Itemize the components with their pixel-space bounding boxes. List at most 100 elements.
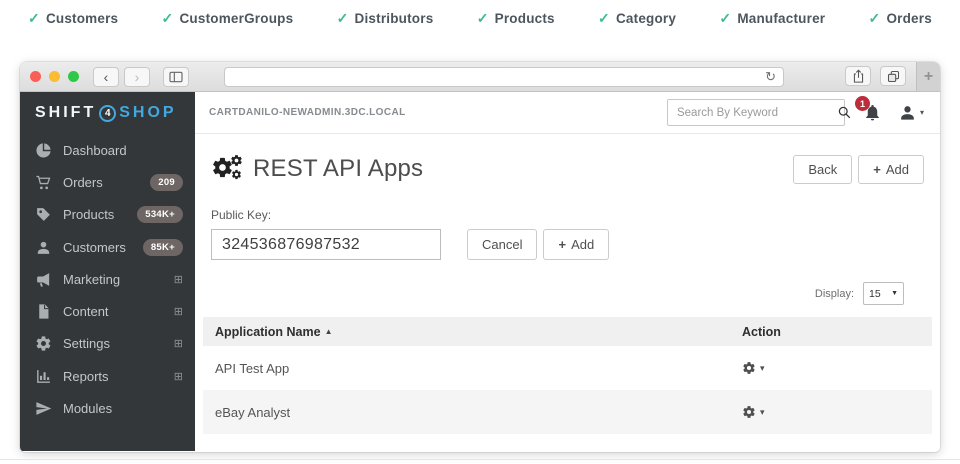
- row-action-menu[interactable]: ▾: [742, 405, 920, 419]
- expand-icon[interactable]: ⊞: [174, 305, 183, 318]
- cancel-button[interactable]: Cancel: [467, 229, 537, 260]
- sync-item-label: Customers: [46, 11, 118, 26]
- caret-down-icon: ▾: [760, 407, 765, 418]
- user-menu-button[interactable]: ▾: [898, 103, 924, 122]
- products-count-badge: 534K+: [137, 206, 183, 223]
- store-domain-breadcrumb: CARTDANILO-NEWADMIN.3DC.LOCAL: [209, 107, 406, 118]
- add-button[interactable]: +Add: [858, 155, 924, 184]
- expand-icon[interactable]: ⊞: [174, 370, 183, 383]
- table-row: eBay Analyst ▾: [203, 390, 932, 434]
- sync-item-label: Manufacturer: [737, 11, 825, 26]
- row-action-menu[interactable]: ▾: [742, 361, 920, 375]
- sync-item-manufacturer: ✓ Manufacturer: [719, 10, 825, 27]
- sidebar-item-label: Reports: [63, 369, 109, 384]
- keyword-search-box[interactable]: [667, 99, 845, 126]
- zoom-window-button[interactable]: [68, 71, 79, 82]
- address-bar[interactable]: ↻: [224, 67, 784, 87]
- page-bottom-divider: [0, 459, 960, 460]
- sidebar-item-label: Modules: [63, 401, 112, 416]
- check-icon: ✓: [28, 10, 40, 27]
- admin-sidebar: SHIFT 4 SHOP Dashboard Orders 209 Produc…: [20, 92, 195, 451]
- address-input[interactable]: [225, 69, 765, 85]
- browser-back-button[interactable]: ‹: [93, 67, 119, 87]
- sync-item-orders: ✓Orders: [869, 10, 932, 27]
- public-key-input[interactable]: [211, 229, 441, 260]
- sidebar-item-settings[interactable]: Settings ⊞: [20, 328, 195, 360]
- select-caret-icon: ▼: [891, 290, 898, 297]
- expand-icon[interactable]: ⊞: [174, 337, 183, 350]
- forward-chevron-icon: ›: [135, 70, 140, 84]
- sidebar-panel-icon: [168, 69, 184, 85]
- browser-forward-button[interactable]: ›: [124, 67, 150, 87]
- notifications-button[interactable]: 1: [863, 103, 882, 122]
- rocket-icon: [35, 400, 52, 417]
- sidebar-item-dashboard[interactable]: Dashboard: [20, 134, 195, 166]
- logo-circle-4: 4: [99, 105, 116, 122]
- refresh-icon[interactable]: ↻: [765, 69, 783, 85]
- close-window-button[interactable]: [30, 71, 41, 82]
- display-count-row: Display: 15 ▼: [195, 260, 940, 305]
- plus-icon: +: [558, 237, 566, 252]
- admin-topbar: CARTDANILO-NEWADMIN.3DC.LOCAL 1 ▾: [195, 92, 940, 134]
- tab-overview-button[interactable]: [880, 66, 906, 86]
- column-header-application-name[interactable]: Application Name ▲: [215, 325, 742, 339]
- caret-down-icon: ▾: [760, 363, 765, 374]
- back-button[interactable]: Back: [793, 155, 852, 184]
- sidebar-item-reports[interactable]: Reports ⊞: [20, 360, 195, 392]
- orders-count-badge: 209: [150, 174, 183, 191]
- display-selected-value: 15: [869, 288, 881, 300]
- sidebar-item-orders[interactable]: Orders 209: [20, 166, 195, 198]
- logo-text-shift: SHIFT: [35, 104, 96, 122]
- sync-item-customers: ✓ Customers: [28, 10, 118, 27]
- app-name-cell: eBay Analyst: [215, 405, 742, 420]
- sidebar-item-label: Settings: [63, 336, 110, 351]
- sync-item-category: ✓ Category: [598, 10, 676, 27]
- sidebar-item-label: Orders: [63, 175, 103, 190]
- sync-item-label: Orders: [886, 11, 931, 26]
- sidebar-item-customers[interactable]: Customers 85K+: [20, 231, 195, 263]
- expand-icon[interactable]: ⊞: [174, 273, 183, 286]
- sync-item-label: Distributors: [355, 11, 434, 26]
- sidebar-item-label: Content: [63, 304, 109, 319]
- sidebar-item-products[interactable]: Products 534K+: [20, 199, 195, 231]
- logo-text-shop: SHOP: [119, 104, 176, 122]
- sync-item-label: Category: [616, 11, 676, 26]
- sync-item-customergroups: ✓CustomerGroups: [162, 10, 294, 27]
- notification-badge: 1: [855, 96, 870, 111]
- file-icon: [35, 303, 52, 320]
- column-header-action: Action: [742, 325, 920, 339]
- gear-icon: [35, 335, 52, 352]
- traffic-lights: [30, 71, 79, 82]
- check-icon: ✓: [477, 10, 489, 27]
- search-input[interactable]: [668, 107, 837, 119]
- sidebar-toggle-button[interactable]: [163, 67, 189, 87]
- sync-item-label: Products: [495, 11, 555, 26]
- chevron-down-icon: ▾: [920, 108, 924, 117]
- confirm-add-button[interactable]: +Add: [543, 229, 609, 260]
- sidebar-item-label: Products: [63, 207, 114, 222]
- tags-icon: [35, 206, 52, 223]
- check-icon: ✓: [337, 10, 349, 27]
- sync-item-distributors: ✓ Distributors: [337, 10, 434, 27]
- plus-icon: +: [873, 162, 881, 177]
- table-row: API Test App ▾: [203, 346, 932, 390]
- display-count-select[interactable]: 15 ▼: [863, 282, 904, 305]
- search-icon[interactable]: [837, 105, 852, 120]
- browser-window: ‹ › ↻ + SHIFT 4 SHOP Dashboard: [20, 62, 940, 452]
- dashboard-icon: [35, 142, 52, 159]
- check-icon: ✓: [598, 10, 610, 27]
- cogs-icon: [211, 154, 247, 184]
- shift4shop-logo[interactable]: SHIFT 4 SHOP: [20, 92, 195, 134]
- check-icon: ✓: [719, 10, 731, 27]
- main-content: CARTDANILO-NEWADMIN.3DC.LOCAL 1 ▾: [195, 92, 940, 451]
- minimize-window-button[interactable]: [49, 71, 60, 82]
- share-button[interactable]: [845, 66, 871, 86]
- gear-icon: [742, 361, 756, 375]
- sync-item-label: CustomerGroups: [179, 11, 293, 26]
- sidebar-item-modules[interactable]: Modules: [20, 392, 195, 424]
- app-name-cell: API Test App: [215, 361, 742, 376]
- tabs-icon: [886, 69, 901, 84]
- new-tab-button[interactable]: +: [916, 62, 940, 91]
- sidebar-item-marketing[interactable]: Marketing ⊞: [20, 263, 195, 295]
- sidebar-item-content[interactable]: Content ⊞: [20, 295, 195, 327]
